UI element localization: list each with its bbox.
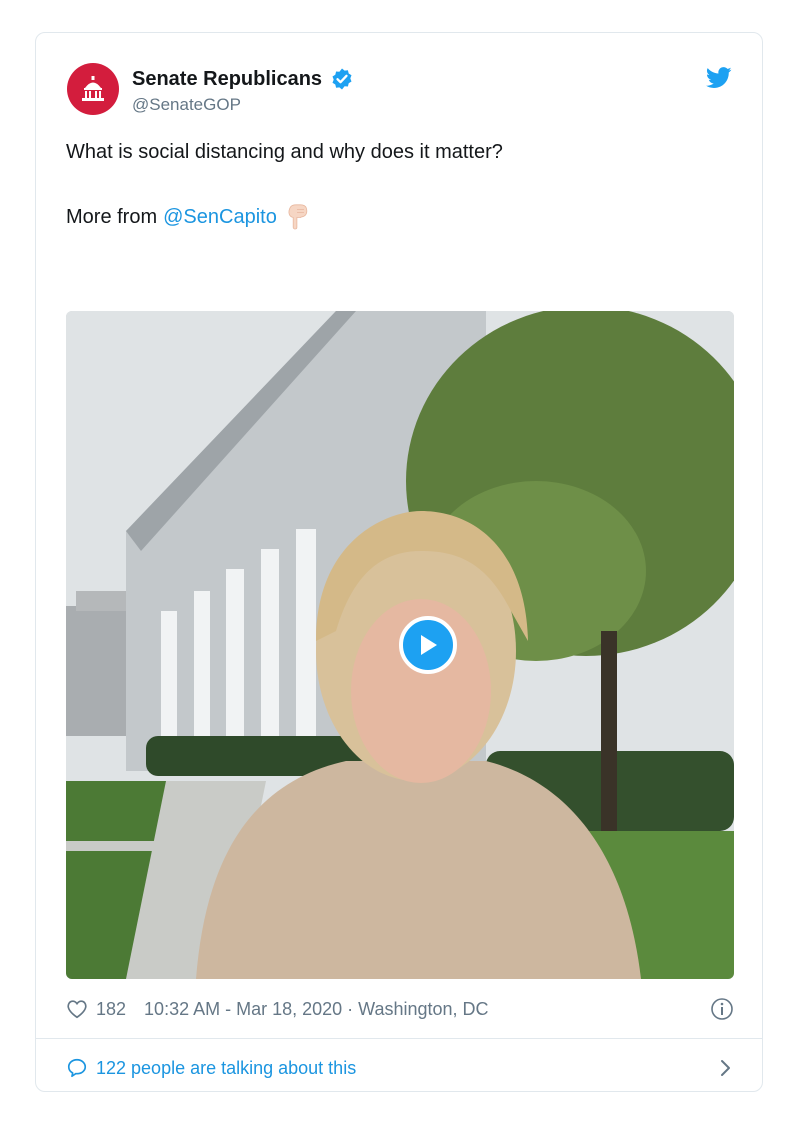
tweet-card: Senate Republicans @SenateGOP What is so… <box>35 32 763 1092</box>
tweet-timestamp[interactable]: 10:32 AM - Mar 18, 2020 · Washington, DC <box>144 999 489 1020</box>
divider <box>36 1038 762 1039</box>
more-from-text: More from <box>66 205 158 228</box>
like-count[interactable]: 182 <box>96 999 126 1020</box>
pointing-down-hand-icon <box>288 204 307 230</box>
chevron-right-icon[interactable] <box>716 1059 734 1077</box>
avatar[interactable] <box>67 63 119 115</box>
comment-bubble-icon <box>67 1058 87 1078</box>
info-icon[interactable] <box>710 997 734 1021</box>
account-name-row: Senate Republicans <box>132 67 354 91</box>
tweet-text-line2: More from @SenCapito <box>66 204 309 230</box>
twitter-bird-icon[interactable] <box>706 67 732 89</box>
conversation-link[interactable]: 122 people are talking about this <box>66 1053 734 1083</box>
mention-link[interactable]: @SenCapito <box>163 206 277 229</box>
tweet-footer: 182 10:32 AM - Mar 18, 2020 · Washington… <box>66 995 734 1023</box>
account-name[interactable]: Senate Republicans <box>132 68 322 91</box>
tweet-text-line1: What is social distancing and why does i… <box>66 141 503 163</box>
play-button[interactable] <box>399 616 457 674</box>
capitol-icon <box>82 76 104 101</box>
heart-icon[interactable] <box>66 998 88 1020</box>
video-player[interactable] <box>66 311 734 979</box>
account-handle[interactable]: @SenateGOP <box>132 95 241 115</box>
verified-badge-icon <box>332 68 352 90</box>
conversation-label[interactable]: 122 people are talking about this <box>96 1058 356 1079</box>
play-icon <box>421 635 437 655</box>
